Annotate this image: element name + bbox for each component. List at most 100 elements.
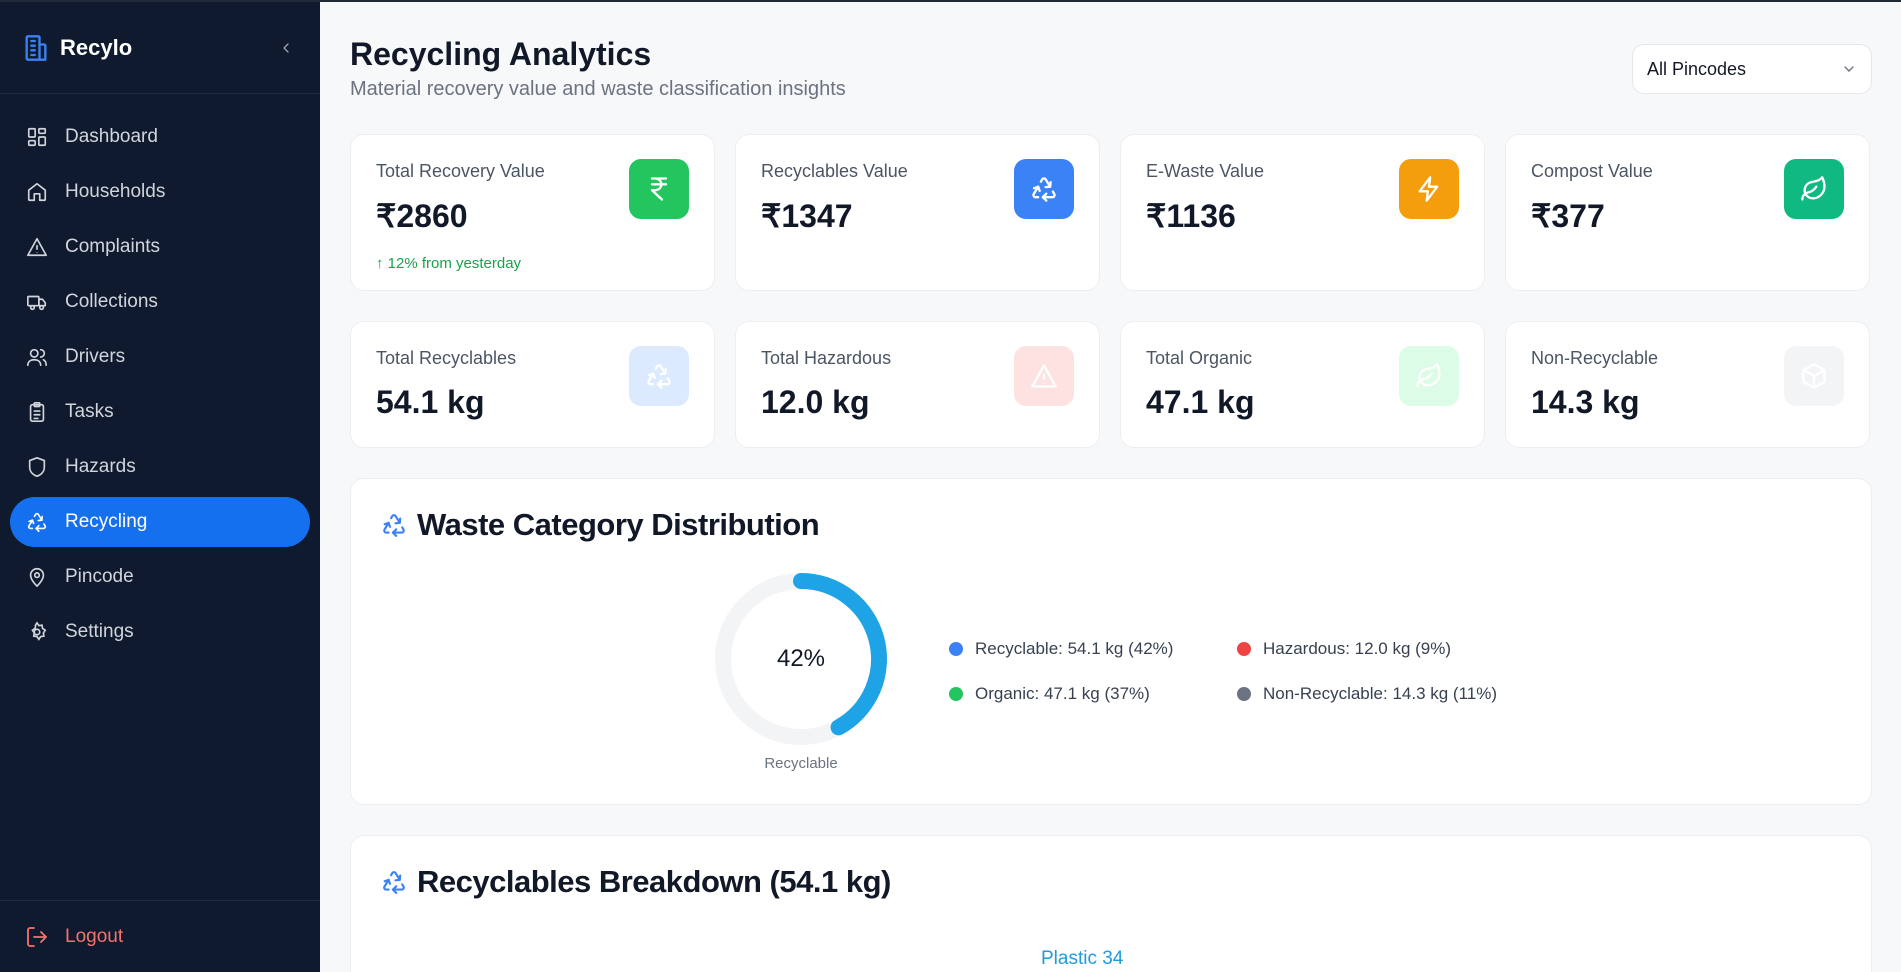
chevron-left-icon xyxy=(283,42,289,53)
recyclables-breakdown-card: Recyclables Breakdown (54.1 kg) Plastic … xyxy=(350,835,1872,972)
sidebar-item-tasks[interactable]: Tasks xyxy=(10,387,310,437)
sidebar-item-dashboard[interactable]: Dashboard xyxy=(10,112,310,162)
non-recyclable-card: Non-Recyclable 14.3 kg xyxy=(1505,321,1870,448)
rupee-icon xyxy=(629,159,689,219)
section-title: Recyclables Breakdown (54.1 kg) xyxy=(417,864,891,899)
stat-label: Compost Value xyxy=(1531,161,1653,181)
legend-item-organic: Organic: 47.1 kg (37%) xyxy=(949,684,1150,704)
sidebar-item-collections[interactable]: Collections xyxy=(10,277,310,327)
sidebar-item-label: Recycling xyxy=(65,511,148,532)
sidebar-item-settings[interactable]: Settings xyxy=(10,607,310,657)
donut-center-value: 42% xyxy=(776,645,826,672)
waste-category-distribution-card: Waste Category Distribution 42% Recyclab… xyxy=(350,478,1872,805)
gear-icon xyxy=(25,620,49,644)
legend-dot xyxy=(949,642,963,656)
legend-label: Recyclable: 54.1 kg (42%) xyxy=(975,639,1174,658)
stat-value: 47.1 kg xyxy=(1146,384,1255,420)
collapse-sidebar-button[interactable] xyxy=(274,36,298,60)
warning-icon xyxy=(25,235,49,259)
legend-dot xyxy=(1237,642,1251,656)
legend-label: Non-Recyclable: 14.3 kg (11%) xyxy=(1263,684,1498,703)
sidebar-item-label: Dashboard xyxy=(65,126,158,147)
sidebar-item-drivers[interactable]: Drivers xyxy=(10,332,310,382)
sidebar-item-label: Drivers xyxy=(65,346,126,367)
logout-icon xyxy=(27,926,47,947)
legend-label: Organic: 47.1 kg (37%) xyxy=(975,684,1150,703)
stat-label: Non-Recyclable xyxy=(1531,348,1659,368)
pincode-filter-value: All Pincodes xyxy=(1647,58,1747,79)
box-icon xyxy=(1784,346,1844,406)
legend-item-recyclable: Recyclable: 54.1 kg (42%) xyxy=(949,639,1173,659)
sidebar-item-label: Households xyxy=(65,181,166,202)
sidebar-item-complaints[interactable]: Complaints xyxy=(10,222,310,272)
compost-value-card: Compost Value ₹377 xyxy=(1505,134,1870,291)
recyclables-value-card: Recyclables Value ₹1347 xyxy=(735,134,1100,291)
total-recovery-value-card: Total Recovery Value ₹2860 ↑ 12% from ye… xyxy=(350,134,715,291)
donut-caption: Recyclable xyxy=(764,755,838,772)
sidebar-item-label: Hazards xyxy=(65,456,136,477)
sidebar-item-label: Tasks xyxy=(65,401,114,422)
map-pin-icon xyxy=(25,565,49,589)
legend-dot xyxy=(1237,687,1251,701)
pincode-filter-select[interactable]: All Pincodes xyxy=(1632,44,1872,94)
recycle-icon xyxy=(383,871,405,894)
sidebar: Recylo Dashboard Households Complaints C… xyxy=(0,0,320,972)
trend-text: ↑ 12% from yesterday xyxy=(376,255,522,272)
leaf-icon xyxy=(1399,346,1459,406)
brand-header: Recylo xyxy=(0,2,320,94)
stat-label: Total Recyclables xyxy=(376,348,517,368)
building-logo-icon xyxy=(25,34,47,61)
stat-label: Total Hazardous xyxy=(761,348,892,368)
stat-value: ₹377 xyxy=(1531,198,1605,234)
stat-value: 12.0 kg xyxy=(761,384,870,420)
app-name: Recylo xyxy=(60,34,133,60)
e-waste-value-card: E-Waste Value ₹1136 xyxy=(1120,134,1485,291)
total-organic-card: Total Organic 47.1 kg xyxy=(1120,321,1485,448)
truck-icon xyxy=(25,290,49,314)
stat-value: ₹1347 xyxy=(761,198,853,234)
users-icon xyxy=(25,345,49,369)
lightning-icon xyxy=(1399,159,1459,219)
legend-item-hazardous: Hazardous: 12.0 kg (9%) xyxy=(1237,639,1451,659)
stat-value: ₹2860 xyxy=(376,198,468,234)
recycle-icon xyxy=(629,346,689,406)
breakdown-slice-label-plastic: Plastic 34 xyxy=(1041,948,1124,969)
recycle-icon xyxy=(1014,159,1074,219)
warning-icon xyxy=(1014,346,1074,406)
grid-icon xyxy=(25,125,49,149)
stat-value: 14.3 kg xyxy=(1531,384,1640,420)
leaf-icon xyxy=(1784,159,1844,219)
stat-value: 54.1 kg xyxy=(376,384,485,420)
sidebar-item-hazards[interactable]: Hazards xyxy=(10,442,310,492)
logout-label: Logout xyxy=(65,925,124,947)
legend-label: Hazardous: 12.0 kg (9%) xyxy=(1263,639,1452,658)
section-header: Waste Category Distribution xyxy=(381,507,820,543)
total-recyclables-card: Total Recyclables 54.1 kg xyxy=(350,321,715,448)
shield-icon xyxy=(25,455,49,479)
total-hazardous-card: Total Hazardous 12.0 kg xyxy=(735,321,1100,448)
stat-label: Total Recovery Value xyxy=(376,161,545,181)
sidebar-item-label: Pincode xyxy=(65,566,134,587)
clipboard-icon xyxy=(25,400,49,424)
section-header: Recyclables Breakdown (54.1 kg) xyxy=(381,864,891,900)
recycle-icon xyxy=(25,510,49,534)
sidebar-item-recycling[interactable]: Recycling xyxy=(10,497,310,547)
logout-button[interactable]: Logout xyxy=(0,900,320,972)
sidebar-item-pincode[interactable]: Pincode xyxy=(10,552,310,602)
recycle-icon xyxy=(383,514,405,537)
stat-value: ₹1136 xyxy=(1146,198,1236,234)
chevron-down-icon xyxy=(1844,66,1854,72)
legend-dot xyxy=(949,687,963,701)
sidebar-nav: Dashboard Households Complaints Collecti… xyxy=(0,94,320,657)
page-title: Recycling Analytics xyxy=(350,36,652,72)
sidebar-item-households[interactable]: Households xyxy=(10,167,310,217)
section-title: Waste Category Distribution xyxy=(417,507,820,542)
stat-label: E-Waste Value xyxy=(1146,161,1265,181)
main-content: Recycling Analytics Material recovery va… xyxy=(320,0,1901,972)
home-icon xyxy=(25,180,49,204)
stat-label: Total Organic xyxy=(1146,348,1253,368)
page-subtitle: Material recovery value and waste classi… xyxy=(350,78,846,100)
stat-label: Recyclables Value xyxy=(761,161,908,181)
sidebar-item-label: Complaints xyxy=(65,236,161,257)
legend-item-non-recyclable: Non-Recyclable: 14.3 kg (11%) xyxy=(1237,684,1497,704)
